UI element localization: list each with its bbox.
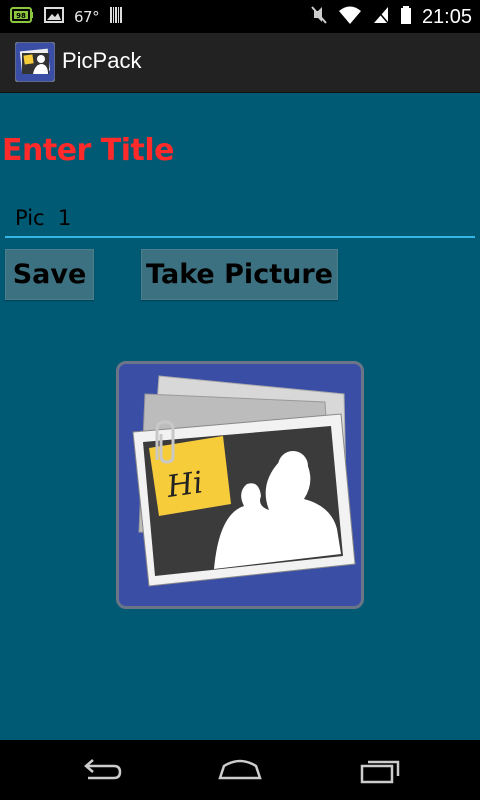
temperature-text: 67° bbox=[74, 8, 100, 26]
enter-title-heading: Enter Title bbox=[2, 133, 175, 168]
take-picture-button[interactable]: Take Picture bbox=[141, 249, 338, 300]
svg-text:98: 98 bbox=[16, 12, 26, 20]
wifi-icon bbox=[338, 5, 362, 29]
status-bar-left: 98 67° bbox=[10, 6, 123, 28]
mute-icon bbox=[310, 5, 328, 29]
picture-preview: Hi bbox=[116, 361, 364, 609]
sticky-note-text: Hi bbox=[164, 465, 205, 505]
image-icon bbox=[44, 6, 64, 28]
action-bar: PicPack bbox=[0, 33, 480, 93]
clock-time: 21:05 bbox=[421, 5, 472, 28]
app-title: PicPack bbox=[62, 48, 142, 73]
recent-apps-icon[interactable] bbox=[350, 754, 410, 786]
status-bar-right: 21:05 bbox=[310, 5, 472, 29]
barcode-icon bbox=[109, 6, 123, 28]
title-input[interactable] bbox=[5, 200, 475, 238]
back-icon[interactable] bbox=[70, 754, 130, 786]
signal-icon bbox=[372, 5, 390, 29]
status-bar: 98 67° 21:05 bbox=[0, 0, 480, 33]
home-icon[interactable] bbox=[210, 754, 270, 786]
battery-app-icon: 98 bbox=[10, 6, 34, 28]
person-head bbox=[278, 451, 308, 481]
picpack-app-icon[interactable] bbox=[14, 41, 56, 83]
battery-icon bbox=[400, 5, 412, 29]
picture-preview-graphic: Hi bbox=[132, 375, 356, 587]
save-button[interactable]: Save bbox=[5, 249, 94, 300]
navigation-bar bbox=[0, 740, 480, 800]
